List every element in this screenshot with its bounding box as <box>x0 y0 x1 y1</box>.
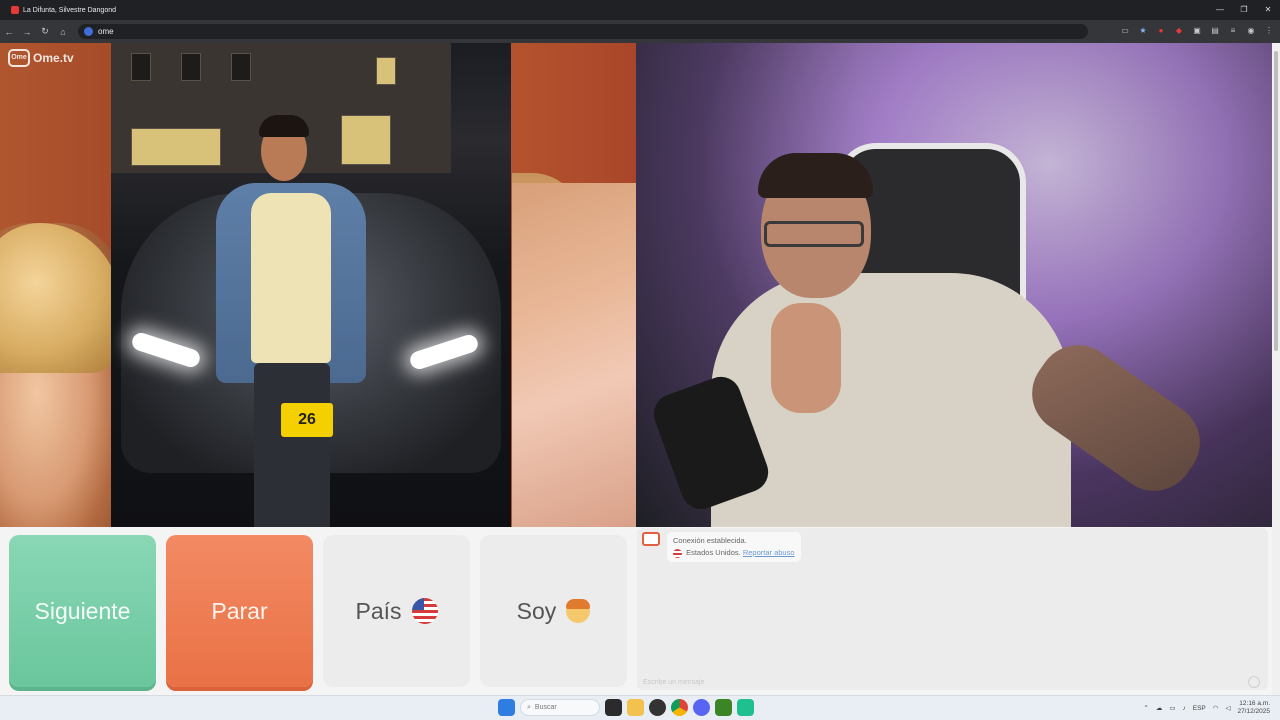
wifi-icon[interactable]: ◠ <box>1213 704 1219 712</box>
self-video <box>636 43 1272 527</box>
person-legs <box>254 363 330 533</box>
browser-toolbar: ← → ↻ ⌂ ome ▭ ★ ● ◆ ▣ ▤ ≡ ◉ ⋮ <box>0 20 1280 43</box>
taskbar-clock[interactable]: 12:16 a.m. 27/12/2025 <box>1237 700 1270 716</box>
notepad-icon[interactable] <box>737 699 754 716</box>
clock-time: 12:16 a.m. <box>1239 700 1270 707</box>
bookmark-star-icon[interactable]: ★ <box>1138 24 1148 38</box>
building-window-lit <box>376 57 396 85</box>
message-input[interactable]: Escribe un mensaje <box>643 679 704 686</box>
discord-icon[interactable] <box>693 699 710 716</box>
report-abuse-link[interactable]: Reportar abuso <box>743 548 795 557</box>
building-window <box>131 53 151 81</box>
cloud-icon[interactable]: ☁ <box>1156 704 1163 712</box>
boy-emoji-icon <box>566 599 591 623</box>
ometv-app: Ome Ome.tv 26 Siguiente Parar País Soy C… <box>0 43 1280 695</box>
emoji-icon[interactable] <box>1248 676 1260 688</box>
extension-icon[interactable]: ● <box>1156 24 1166 38</box>
country-label: País <box>355 597 402 624</box>
url-text[interactable]: ome <box>98 27 114 36</box>
country-button[interactable]: País <box>323 535 470 687</box>
stop-label: Parar <box>211 597 268 624</box>
chrome-icon[interactable] <box>671 699 688 716</box>
ometv-chat-icon <box>642 532 660 546</box>
tab-title[interactable]: La Difunta, Silvestre Dangond <box>23 7 116 14</box>
building-window <box>181 53 201 81</box>
youtube-tab-icon <box>11 6 19 14</box>
task-view-icon[interactable] <box>605 699 622 716</box>
control-buttons: Siguiente Parar País Soy <box>0 527 636 695</box>
self-hand <box>771 303 841 413</box>
address-bar[interactable]: ome <box>78 24 1088 39</box>
windows-taskbar: ⌕ Buscar ⌃ ☁ ▭ ♪ ESP ◠ ◁ 12:16 a.m. 27/1… <box>0 695 1280 720</box>
ometv-logo[interactable]: Ome Ome.tv <box>8 49 74 67</box>
us-flag-icon <box>673 548 682 558</box>
profile-avatar[interactable]: ◉ <box>1246 24 1256 38</box>
us-flag-icon <box>411 598 438 624</box>
extension-icon-2[interactable]: ◆ <box>1174 24 1184 38</box>
country-line: Estados Unidos. Reportar abuso <box>673 547 795 559</box>
system-message: Conexión establecida. Estados Unidos. Re… <box>667 532 801 562</box>
chat-panel: Conexión establecida. Estados Unidos. Re… <box>637 528 1268 690</box>
toolbar-actions: ▭ ★ ● ◆ ▣ ▤ ≡ ◉ ⋮ <box>1120 24 1274 38</box>
close-button[interactable]: ✕ <box>1256 0 1280 20</box>
microphone-icon[interactable]: ♪ <box>1183 705 1186 712</box>
network-icon[interactable]: ▭ <box>1169 704 1175 712</box>
obs-icon[interactable] <box>649 699 666 716</box>
taskbar-search[interactable]: ⌕ Buscar <box>520 699 600 716</box>
connection-text: Conexión establecida. <box>673 536 747 545</box>
page-scrollbar[interactable] <box>1272 43 1280 695</box>
downloads-icon[interactable]: ≡ <box>1228 24 1238 38</box>
next-button[interactable]: Siguiente <box>9 535 156 687</box>
cast-icon[interactable]: ▭ <box>1120 24 1130 38</box>
browser-title-bar: La Difunta, Silvestre Dangond — ❐ ✕ <box>0 0 1280 20</box>
clock-date: 27/12/2025 <box>1237 708 1270 715</box>
stop-button[interactable]: Parar <box>166 535 313 687</box>
person-hair <box>259 115 309 137</box>
chevron-up-icon[interactable]: ⌃ <box>1143 704 1148 712</box>
minecraft-icon[interactable] <box>715 699 732 716</box>
self-torso <box>711 273 1071 527</box>
person-shirt <box>251 193 331 363</box>
back-icon[interactable]: ← <box>0 27 18 37</box>
taskbar-apps: ⌕ Buscar <box>498 699 754 716</box>
logo-text: Ome.tv <box>33 51 74 65</box>
stranger-face-right <box>512 183 636 527</box>
extensions-puzzle-icon[interactable]: ▣ <box>1192 24 1202 38</box>
next-label: Siguiente <box>34 597 131 624</box>
home-icon[interactable]: ⌂ <box>54 27 72 37</box>
self-hair <box>758 153 873 198</box>
logo-tv-icon: Ome <box>8 49 30 67</box>
volume-icon[interactable]: ◁ <box>1225 704 1230 712</box>
shop-window-lit <box>341 115 391 165</box>
minimize-button[interactable]: — <box>1208 0 1232 20</box>
reload-icon[interactable]: ↻ <box>36 26 54 37</box>
license-plate: 26 <box>281 403 333 437</box>
window-controls: — ❐ ✕ <box>1208 0 1280 20</box>
overlay-photo: 26 <box>111 43 511 533</box>
self-glasses <box>764 221 864 247</box>
gender-button[interactable]: Soy <box>480 535 627 687</box>
file-explorer-icon[interactable] <box>627 699 644 716</box>
language-indicator[interactable]: ESP <box>1193 705 1206 712</box>
forward-icon[interactable]: → <box>18 27 36 37</box>
scrollbar-thumb[interactable] <box>1274 51 1278 351</box>
system-tray: ⌃ ☁ ▭ ♪ ESP ◠ ◁ 12:16 a.m. 27/12/2025 <box>1143 700 1270 716</box>
sidebar-icon[interactable]: ▤ <box>1210 24 1220 38</box>
shop-window-lit <box>131 128 221 166</box>
gender-label: Soy <box>516 597 557 624</box>
maximize-button[interactable]: ❐ <box>1232 0 1256 20</box>
search-placeholder: Buscar <box>534 704 557 711</box>
windows-start-icon[interactable] <box>498 699 515 716</box>
building-window <box>231 53 251 81</box>
search-icon: ⌕ <box>527 703 531 711</box>
menu-kebab-icon[interactable]: ⋮ <box>1264 24 1274 38</box>
country-name: Estados Unidos. <box>686 548 741 557</box>
site-info-icon[interactable] <box>84 27 93 36</box>
